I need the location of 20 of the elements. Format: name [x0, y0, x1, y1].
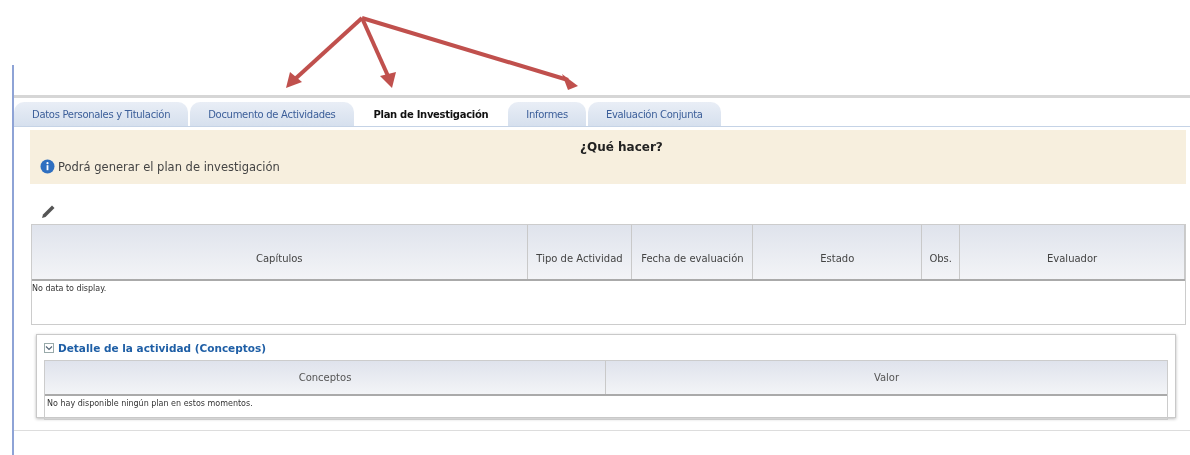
tab[interactable]: Evaluación Conjunta	[587, 102, 721, 126]
pencil-icon[interactable]	[40, 204, 56, 220]
help-title: ¿Qué hacer?	[580, 140, 663, 154]
column-header: Estado	[753, 225, 923, 279]
tab[interactable]: Datos Personales y Titulación	[14, 102, 189, 126]
tab[interactable]: Documento de Actividades	[190, 102, 354, 126]
help-message: Podrá generar el plan de investigación	[58, 159, 280, 174]
column-header: Valor	[872, 371, 901, 385]
column-header: Fecha de evaluación	[632, 225, 754, 279]
empty-message: No hay disponible ningún plan en estos momentos.	[47, 399, 253, 408]
column-header: Tipo de Actividad	[527, 225, 633, 279]
collapse-icon[interactable]	[44, 343, 54, 353]
column-header: Evaluador	[960, 225, 1185, 279]
empty-message: No data to display.	[32, 284, 107, 293]
detail-title: Detalle de la actividad (Conceptos)	[58, 342, 267, 354]
tab[interactable]: Informes	[508, 102, 586, 126]
column-header: Obs.	[922, 225, 961, 279]
column-header: Capítulos	[32, 225, 528, 279]
column-header: Conceptos	[45, 361, 606, 394]
info-icon	[40, 159, 55, 174]
